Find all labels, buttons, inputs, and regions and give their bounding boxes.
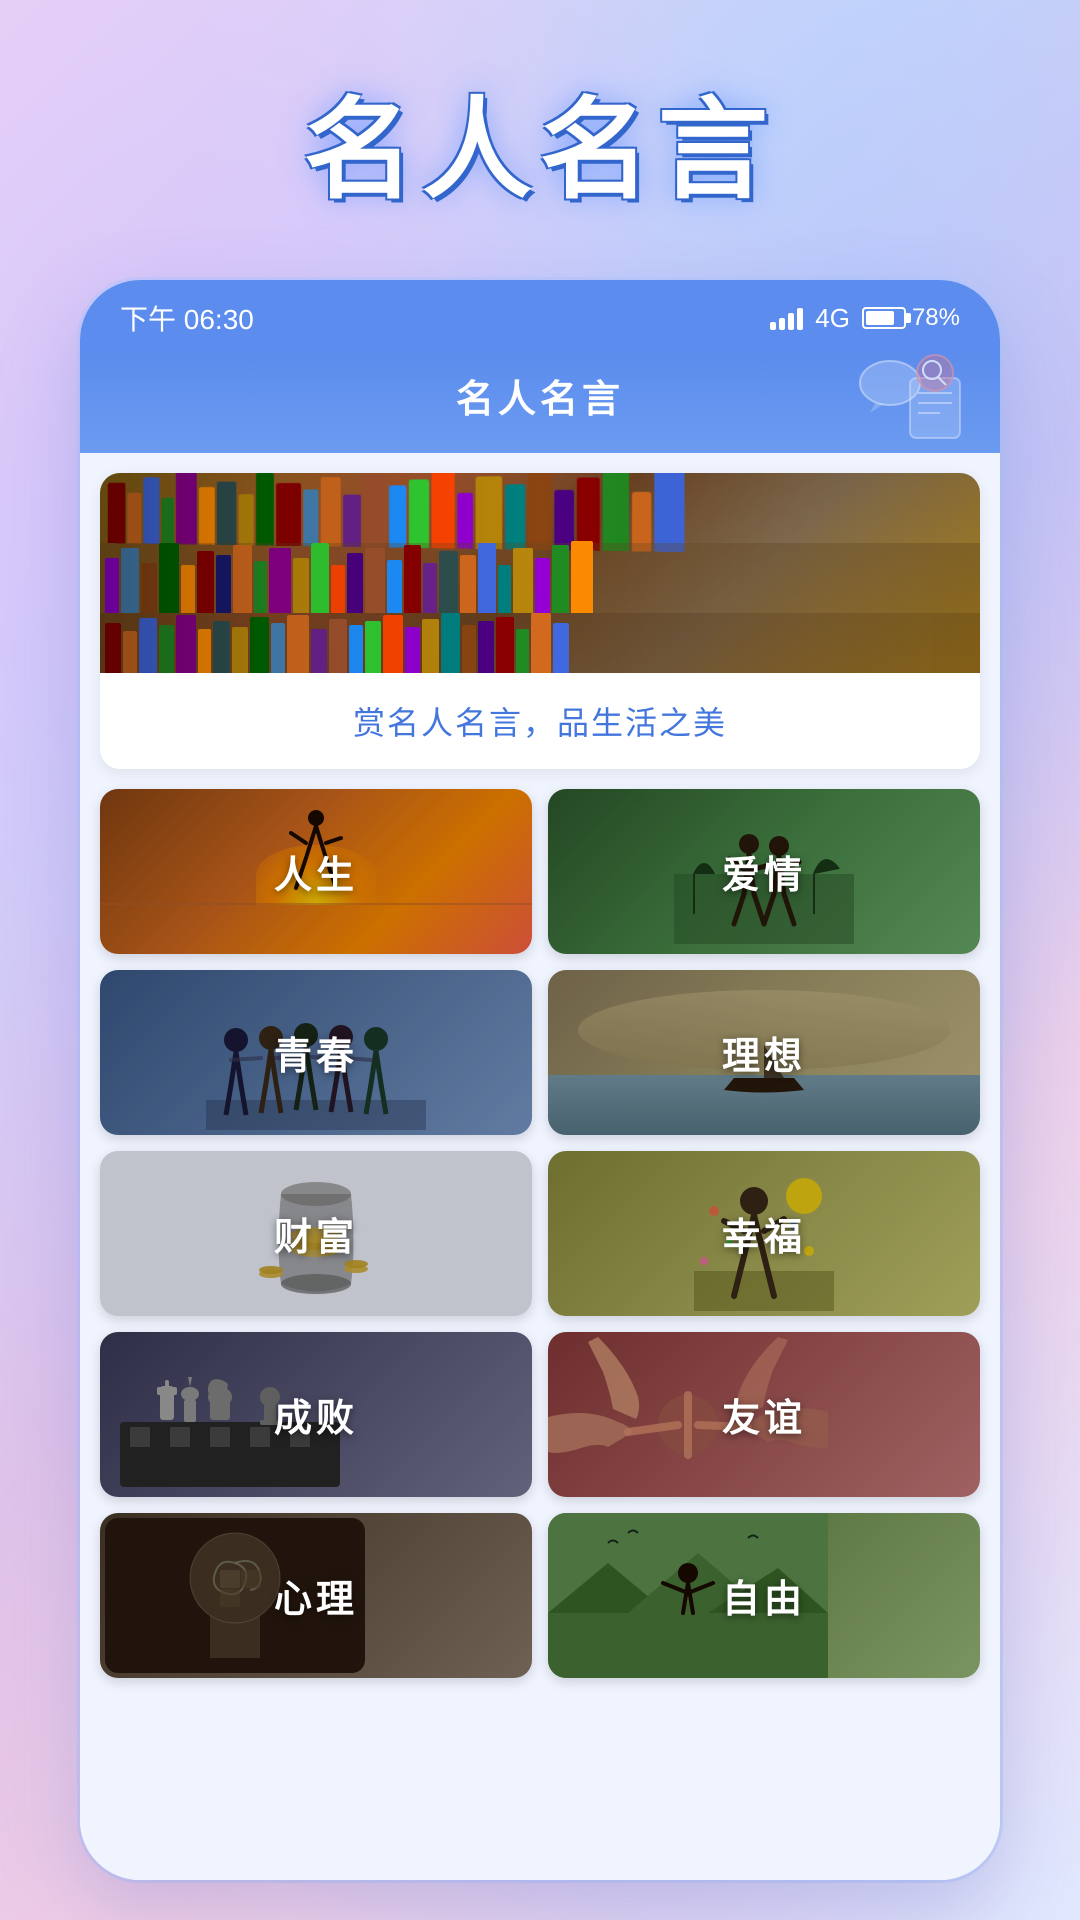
banner-subtitle: 赏名人名言，品生活之美 [100, 673, 980, 769]
category-label-lixiang: 理想 [548, 970, 980, 1135]
banner-card[interactable]: 赏名人名言，品生活之美 [100, 473, 980, 769]
category-label-youyi: 友谊 [548, 1332, 980, 1497]
category-aiqing[interactable]: 爱情 [548, 789, 980, 954]
category-label-qingchun: 青春 [100, 970, 532, 1135]
app-title: 名人名言 [0, 60, 1080, 220]
category-label-aiqing: 爱情 [548, 789, 980, 954]
content-area: 赏名人名言，品生活之美 人生 [80, 453, 1000, 1880]
category-label-xinli: 心理 [100, 1513, 532, 1678]
category-caifu[interactable]: 财富 [100, 1151, 532, 1316]
signal-icon [770, 306, 803, 330]
category-ziyou[interactable]: 自由 [548, 1513, 980, 1678]
status-icons: 4G 78% [770, 303, 960, 334]
category-label-xingfu: 幸福 [548, 1151, 980, 1316]
battery-percent: 78% [912, 304, 960, 332]
phone-mockup: 下午 06:30 4G 78% 名人名言 [80, 280, 1000, 1880]
header-decoration-icon [850, 348, 970, 448]
status-bar: 下午 06:30 4G 78% [80, 280, 1000, 348]
battery-icon: 78% [862, 304, 960, 332]
category-xingfu[interactable]: 幸福 [548, 1151, 980, 1316]
category-youyi[interactable]: 友谊 [548, 1332, 980, 1497]
banner-image [100, 473, 980, 673]
category-lixiang[interactable]: 理想 [548, 970, 980, 1135]
category-grid: 人生 [100, 789, 980, 1678]
category-label-ziyou: 自由 [548, 1513, 980, 1678]
bookshelf-decoration [100, 473, 980, 673]
header-title: 名人名言 [120, 368, 960, 423]
category-label-chengbai: 成败 [100, 1332, 532, 1497]
app-header: 名人名言 [80, 348, 1000, 453]
network-label: 4G [815, 303, 850, 334]
category-rensheng[interactable]: 人生 [100, 789, 532, 954]
category-xinli[interactable]: 心理 [100, 1513, 532, 1678]
category-label-rensheng: 人生 [100, 789, 532, 954]
category-label-caifu: 财富 [100, 1151, 532, 1316]
status-time: 下午 06:30 [120, 298, 254, 338]
category-chengbai[interactable]: 成败 [100, 1332, 532, 1497]
category-qingchun[interactable]: 青春 [100, 970, 532, 1135]
